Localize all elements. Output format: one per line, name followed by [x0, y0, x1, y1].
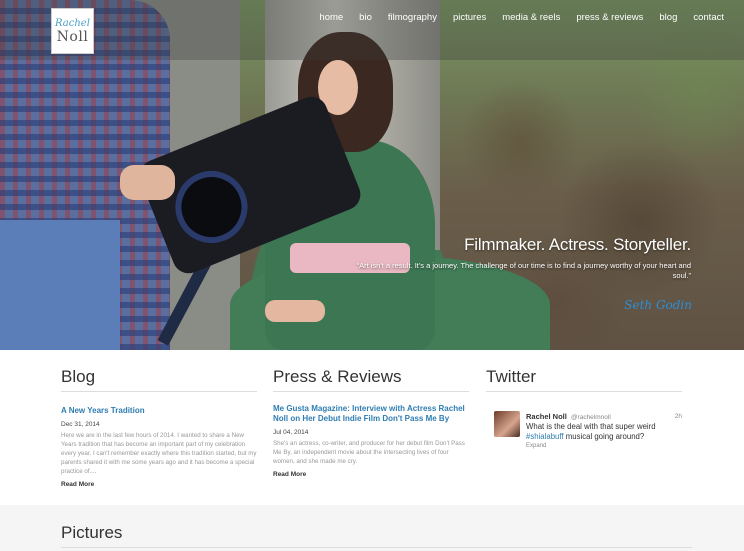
tweet-author[interactable]: Rachel Noll @rachelmnoll	[526, 412, 611, 421]
blog-heading: Blog	[61, 367, 257, 392]
press-section: Press & Reviews Me Gusta Magazine: Inter…	[273, 367, 469, 478]
press-article-excerpt: She's an actress, co-writer, and produce…	[273, 440, 465, 465]
tweet-hashtag-link[interactable]: #shialabuff	[526, 432, 564, 441]
nav-pictures[interactable]: pictures	[445, 12, 494, 23]
tweet-time[interactable]: 2h	[675, 413, 682, 420]
hero-signature: Seth Godin	[624, 298, 692, 312]
press-heading: Press & Reviews	[273, 367, 469, 392]
press-article-date: Jul 04, 2014	[273, 429, 309, 436]
nav-press-reviews[interactable]: press & reviews	[568, 12, 651, 23]
pictures-heading: Pictures	[61, 523, 123, 542]
tweet-expand-link[interactable]: Expand	[526, 443, 546, 449]
hero-tagline: Filmmaker. Actress. Storyteller.	[464, 235, 691, 254]
tweet-card[interactable]: Rachel Noll @rachelmnoll 2h What is the …	[486, 411, 682, 456]
nav-media-reels[interactable]: media & reels	[494, 12, 568, 23]
nav-blog[interactable]: blog	[651, 12, 685, 23]
pictures-divider	[61, 547, 692, 548]
logo-line1: Rachel	[55, 17, 90, 29]
blog-post-date: Dec 31, 2014	[61, 421, 100, 428]
hero-quote: “Art isn't a result. It's a journey. The…	[356, 261, 691, 280]
nav-home[interactable]: home	[311, 12, 351, 23]
blog-read-more-link[interactable]: Read More	[61, 481, 257, 488]
nav-filmography[interactable]: filmography	[380, 12, 445, 23]
blog-post-excerpt: Here we are in the last few hours of 201…	[61, 432, 257, 475]
top-navigation: Rachel Noll home bio filmography picture…	[0, 0, 744, 60]
nav-bio[interactable]: bio	[351, 12, 380, 23]
main-menu: home bio filmography pictures media & re…	[311, 12, 732, 23]
nav-contact[interactable]: contact	[685, 12, 732, 23]
tweet-text-before: What is the deal with that super weird	[526, 422, 656, 431]
avatar[interactable]	[494, 411, 520, 437]
tweet-text-after: musical going around?	[563, 432, 645, 441]
site-logo[interactable]: Rachel Noll	[51, 8, 94, 54]
blog-post-title-link[interactable]: A New Years Tradition	[61, 406, 257, 416]
press-read-more-link[interactable]: Read More	[273, 471, 469, 478]
tweet-author-handle: @rachelmnoll	[570, 414, 611, 421]
twitter-heading: Twitter	[486, 367, 682, 392]
hero-hand	[120, 165, 175, 200]
blog-section: Blog A New Years Tradition Dec 31, 2014 …	[61, 367, 257, 488]
hero-camera-operator-jeans	[0, 220, 120, 350]
hero-arm	[265, 300, 325, 322]
tweet-author-name: Rachel Noll	[526, 412, 567, 421]
pictures-section: Pictures	[0, 505, 744, 551]
logo-line2: Noll	[56, 28, 89, 45]
tweet-text: What is the deal with that super weird #…	[526, 422, 676, 442]
press-article-title-link[interactable]: Me Gusta Magazine: Interview with Actres…	[273, 404, 469, 424]
twitter-section: Twitter Rachel Noll @rachelmnoll 2h What…	[486, 367, 682, 456]
